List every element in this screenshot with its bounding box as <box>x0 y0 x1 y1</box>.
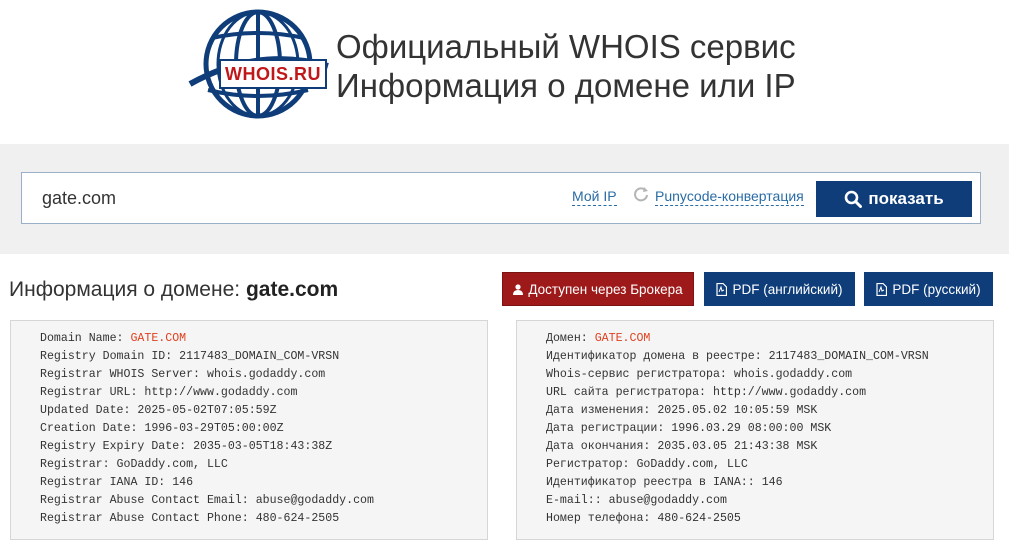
refresh-icon <box>632 185 650 203</box>
whois-line: Дата окончания: 2035.03.05 21:43:38 MSK <box>546 438 993 456</box>
whois-field-label: URL сайта регистратора: <box>546 386 713 399</box>
whois-field-label: Domain Name: <box>40 332 131 345</box>
domain-info-heading: Информация о домене: gate.com <box>9 278 338 302</box>
whois-field-value: http://www.godaddy.com <box>712 386 867 399</box>
whois-field-value: 146 <box>761 476 783 489</box>
whois-field-value: 1996.03.29 08:00:00 MSK <box>671 422 832 435</box>
whois-field-value: abuse@godaddy.com <box>255 494 374 507</box>
logo-text: WHOIS.RU <box>225 64 321 84</box>
whois-field-label: Дата регистрации: <box>546 422 672 435</box>
whois-field-value: GATE.COM <box>594 332 651 345</box>
whois-field-label: Идентификатор домена в реестре: <box>546 350 769 363</box>
pdf-russian-label: PDF (русский) <box>892 281 981 297</box>
whois-line: Creation Date: 1996-03-29T05:00:00Z <box>40 420 487 438</box>
whois-field-label: Updated Date: <box>40 404 138 417</box>
pdf-file-icon <box>876 282 888 296</box>
whois-field-value: whois.godaddy.com <box>206 368 326 381</box>
whois-line: Дата регистрации: 1996.03.29 08:00:00 MS… <box>546 420 993 438</box>
whois-field-label: Registry Domain ID: <box>40 350 180 363</box>
whois-field-value: 2117483_DOMAIN_COM-VRSN <box>768 350 929 363</box>
whois-line: Идентификатор домена в реестре: 2117483_… <box>546 348 993 366</box>
whois-field-label: Дата окончания: <box>546 440 658 453</box>
domain-name: gate.com <box>245 278 339 301</box>
pdf-file-icon <box>716 282 728 296</box>
whois-line: Registrar WHOIS Server: whois.godaddy.co… <box>40 366 487 384</box>
whois-line: Дата изменения: 2025.05.02 10:05:59 MSK <box>546 402 993 420</box>
user-icon <box>513 283 524 295</box>
whois-field-value: 1996-03-29T05:00:00Z <box>144 422 284 435</box>
whois-line: Домен: GATE.COM <box>546 330 993 348</box>
whois-field-value: GATE.COM <box>130 332 187 345</box>
whois-raw-russian: Домен: GATE.COM Идентификатор домена в ре… <box>516 320 994 540</box>
whois-field-value: 2025.05.02 10:05:59 MSK <box>657 404 818 417</box>
whois-russian-list: Домен: GATE.COM Идентификатор домена в ре… <box>517 321 993 528</box>
whois-line: Registry Expiry Date: 2035-03-05T18:43:3… <box>40 438 487 456</box>
title-line-1: Официальный WHOIS сервис <box>336 28 796 65</box>
my-ip-link[interactable]: Мой IP <box>572 188 617 206</box>
pdf-russian-button[interactable]: PDF (русский) <box>864 272 993 306</box>
broker-button[interactable]: Доступен через Брокера <box>502 272 694 306</box>
whois-line: Registrar IANA ID: 146 <box>40 474 487 492</box>
show-button[interactable]: показать <box>816 181 972 217</box>
whois-field-value: abuse@godaddy.com <box>608 494 727 507</box>
whois-line: Registrar Abuse Contact Email: abuse@god… <box>40 492 487 510</box>
whois-line: Whois-сервис регистратора: whois.godaddy… <box>546 366 993 384</box>
punycode-link[interactable]: Punycode-конвертация <box>655 188 804 206</box>
whois-line: URL сайта регистратора: http://www.godad… <box>546 384 993 402</box>
whois-field-value: 2035.03.05 21:43:38 MSK <box>657 440 818 453</box>
whois-field-label: Registrar Abuse Contact Phone: <box>40 512 256 525</box>
whois-field-value: 480-624-2505 <box>255 512 340 525</box>
page-title: Официальный WHOIS сервис Информация о до… <box>336 27 796 105</box>
whois-logo[interactable]: WHOIS.RU <box>182 6 330 126</box>
whois-field-label: Registrar: <box>40 458 117 471</box>
search-form: Мой IP Punycode-конвертация показать <box>21 172 981 224</box>
whois-line: Registrar Abuse Contact Phone: 480-624-2… <box>40 510 487 528</box>
pdf-english-button[interactable]: PDF (английский) <box>704 272 855 306</box>
pdf-english-label: PDF (английский) <box>732 281 843 297</box>
site-header: WHOIS.RU Официальный WHOIS сервис Информ… <box>0 0 1009 144</box>
whois-line: Registry Domain ID: 2117483_DOMAIN_COM-V… <box>40 348 487 366</box>
domain-info-prefix: Информация о домене: <box>9 278 241 301</box>
whois-field-value: http://www.godaddy.com <box>144 386 298 399</box>
whois-field-value: 2035-03-05T18:43:38Z <box>193 440 333 453</box>
whois-line: Registrar: GoDaddy.com, LLC <box>40 456 487 474</box>
whois-line: Идентификатор реестра в IANA:: 146 <box>546 474 993 492</box>
whois-english-list: Domain Name: GATE.COM Registry Domain ID:… <box>11 321 487 528</box>
whois-line: Номер телефона: 480-624-2505 <box>546 510 993 528</box>
whois-line: Registrar URL: http://www.godaddy.com <box>40 384 487 402</box>
whois-field-label: Whois-сервис регистратора: <box>546 368 734 381</box>
whois-field-value: GoDaddy.com, LLC <box>116 458 228 471</box>
whois-line: E-mail:: abuse@godaddy.com <box>546 492 993 510</box>
whois-field-label: Регистратор: <box>546 458 637 471</box>
search-icon <box>845 190 863 208</box>
whois-field-label: Домен: <box>546 332 595 345</box>
whois-raw-english: Domain Name: GATE.COM Registry Domain ID:… <box>10 320 488 540</box>
whois-field-label: Registrar WHOIS Server: <box>40 368 207 381</box>
whois-field-label: Creation Date: <box>40 422 145 435</box>
search-input[interactable] <box>42 186 562 210</box>
broker-button-label: Доступен через Брокера <box>528 281 683 297</box>
whois-field-value: 146 <box>172 476 194 489</box>
whois-field-label: Registry Expiry Date: <box>40 440 194 453</box>
whois-line: Updated Date: 2025-05-02T07:05:59Z <box>40 402 487 420</box>
whois-field-label: E-mail:: <box>546 494 609 507</box>
whois-field-value: 2117483_DOMAIN_COM-VRSN <box>179 350 340 363</box>
title-line-2: Информация о домене или IP <box>336 67 796 104</box>
whois-field-label: Дата изменения: <box>546 404 658 417</box>
whois-field-label: Registrar Abuse Contact Email: <box>40 494 256 507</box>
whois-line: Регистратор: GoDaddy.com, LLC <box>546 456 993 474</box>
show-button-label: показать <box>868 189 944 208</box>
whois-field-value: 2025-05-02T07:05:59Z <box>137 404 277 417</box>
whois-field-value: whois.godaddy.com <box>733 368 853 381</box>
whois-line: Domain Name: GATE.COM <box>40 330 487 348</box>
whois-field-label: Registrar IANA ID: <box>40 476 173 489</box>
whois-field-value: 480-624-2505 <box>657 512 741 525</box>
whois-field-label: Номер телефона: <box>546 512 658 525</box>
whois-field-label: Registrar URL: <box>40 386 145 399</box>
whois-field-label: Идентификатор реестра в IANA:: <box>546 476 762 489</box>
whois-field-value: GoDaddy.com, LLC <box>636 458 748 471</box>
